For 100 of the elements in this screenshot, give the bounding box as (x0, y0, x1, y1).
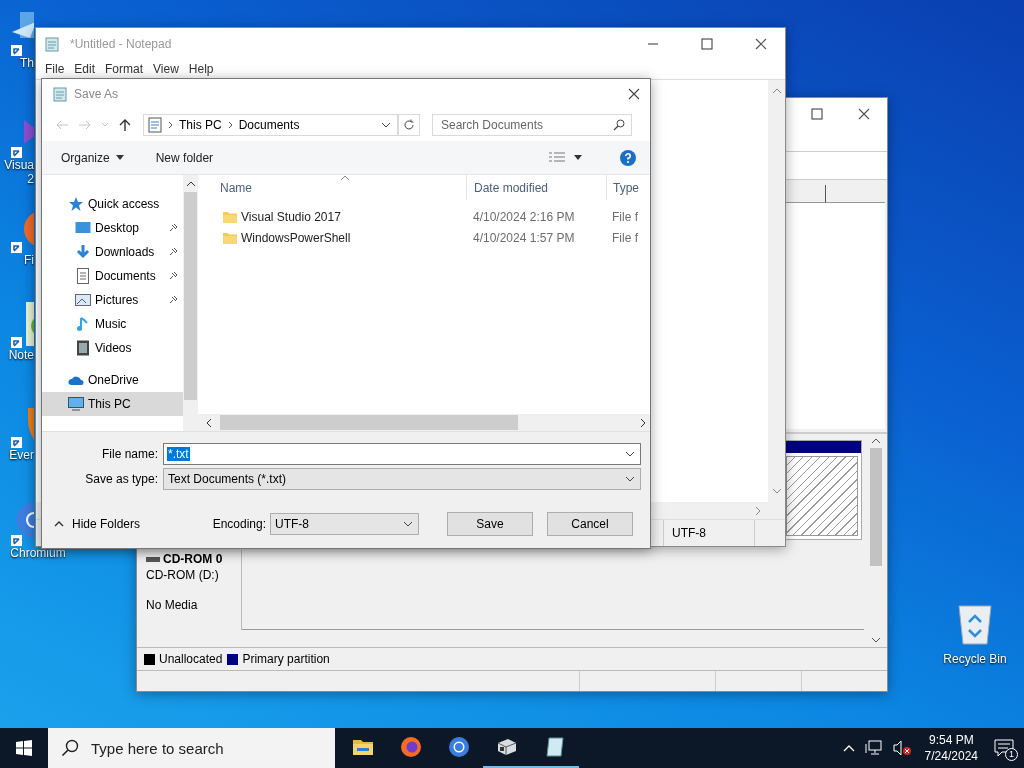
scroll-up-icon[interactable] (185, 181, 196, 187)
disc-drive-icon (146, 555, 160, 563)
menu-item[interactable]: Format (100, 62, 149, 76)
legend-label: Primary partition (242, 652, 330, 666)
network-icon[interactable] (864, 740, 883, 756)
scroll-down-icon[interactable] (771, 488, 782, 494)
media-status: No Media (146, 598, 199, 612)
menu-item[interactable]: File (40, 62, 70, 76)
icon-label: Recycle Bin (943, 652, 1007, 666)
dropdown-icon[interactable] (381, 122, 391, 128)
file-row[interactable]: WindowsPowerShell 4/10/2024 1:57 PM File f (198, 227, 650, 248)
maximize-icon[interactable] (811, 107, 823, 120)
scrollbar[interactable] (183, 175, 198, 431)
volume-muted-icon[interactable] (892, 740, 911, 756)
music-icon (75, 316, 91, 332)
disk-label: CD-ROM 0 (163, 552, 223, 566)
cancel-button[interactable]: Cancel (547, 512, 633, 536)
search-icon (61, 739, 79, 757)
chevron-icon (168, 121, 173, 129)
address-bar[interactable]: This PC Documents (143, 114, 398, 136)
nav-item[interactable]: OneDrive (42, 368, 183, 392)
caret-icon (115, 155, 124, 160)
dropdown-icon (625, 476, 635, 482)
menu-item[interactable]: Help (183, 62, 219, 76)
globe-icon (447, 735, 471, 759)
nav-item[interactable]: Pictures (42, 288, 183, 312)
refresh-button[interactable] (398, 114, 420, 136)
caret-icon[interactable] (574, 155, 582, 160)
scroll-left-icon[interactable] (206, 417, 212, 428)
chevron-up-icon (54, 521, 64, 527)
dropdown-icon (625, 451, 635, 457)
nav-item[interactable]: Documents (42, 264, 183, 288)
search-field[interactable]: Search Documents (432, 114, 632, 136)
breadcrumb-item[interactable]: This PC (179, 118, 222, 132)
scroll-up-icon[interactable] (871, 438, 881, 444)
scrollbar[interactable] (768, 80, 785, 502)
scrollbar[interactable] (198, 414, 650, 431)
notepad-icon (543, 735, 567, 759)
close-icon[interactable] (858, 107, 870, 120)
icon-label: Th (20, 56, 34, 70)
drive-label: CD-ROM (D:) (146, 568, 220, 582)
maximize-icon[interactable] (701, 37, 713, 50)
chevron-icon (227, 121, 233, 129)
file-type-dropdown[interactable]: Text Documents (*.txt) (163, 468, 641, 490)
status-text: UTF-8 (663, 520, 754, 546)
dropdown-icon (403, 521, 413, 527)
nav-item[interactable]: Quick access (42, 192, 183, 216)
field-label: Save as type: (84, 472, 159, 486)
nav-item[interactable]: Desktop (42, 216, 183, 240)
sort-icon (340, 175, 350, 181)
file-name-field[interactable]: *.txt (163, 443, 641, 465)
up-icon[interactable] (118, 118, 132, 132)
hide-folders-button[interactable]: Hide Folders (42, 517, 141, 531)
clock-time: 9:54 PM (928, 732, 974, 748)
help-icon[interactable] (620, 149, 636, 166)
refresh-icon (403, 119, 415, 131)
notepad-icon (44, 35, 60, 52)
save-button[interactable]: Save (447, 512, 533, 536)
dialog-title: Save As (74, 87, 119, 101)
clock[interactable]: 9:54 PM 7/24/2024 (924, 732, 978, 764)
notification-badge: 1 (1005, 748, 1018, 761)
windows-logo-icon (16, 740, 32, 756)
picture-icon (75, 292, 91, 308)
nav-item[interactable]: Music (42, 312, 183, 336)
icon-label: Visua (4, 158, 34, 172)
legend-label: Unallocated (159, 652, 223, 666)
desktop-icon (75, 220, 91, 236)
search-field[interactable]: Type here to search (48, 728, 335, 768)
chevron-up-icon[interactable] (842, 744, 855, 752)
icon-label: Chromium (10, 546, 66, 560)
file-row[interactable]: Visual Studio 2017 4/10/2024 2:16 PM File f (198, 206, 650, 227)
nav-item[interactable]: This PC (42, 392, 183, 416)
download-icon (75, 244, 91, 260)
icon-label: Note (8, 348, 34, 362)
folder-icon (222, 209, 238, 224)
nav-item[interactable]: Videos (42, 336, 183, 360)
organize-button[interactable]: Organize (54, 147, 131, 168)
document-icon (148, 117, 162, 133)
encoding-dropdown[interactable]: UTF-8 (270, 513, 419, 535)
column-header[interactable]: Name (198, 175, 466, 200)
close-icon[interactable] (755, 37, 767, 50)
pc-icon (68, 396, 84, 412)
new-folder-button[interactable]: New folder (148, 147, 221, 168)
clock-date: 7/24/2024 (924, 748, 978, 764)
notification-icon[interactable] (994, 739, 1014, 757)
menu-item[interactable]: Edit (69, 62, 101, 76)
close-icon[interactable] (628, 88, 640, 100)
scroll-down-icon[interactable] (871, 637, 881, 643)
breadcrumb-item[interactable]: Documents (238, 118, 300, 132)
menu-item[interactable]: View (148, 62, 184, 76)
nav-item[interactable]: Downloads (42, 240, 183, 264)
window-title: *Untitled - Notepad (70, 36, 172, 51)
scroll-right-icon[interactable] (640, 417, 646, 428)
field-label: File name: (100, 447, 159, 461)
column-header[interactable]: Date modified (466, 175, 606, 200)
search-icon (613, 119, 625, 131)
notepad-icon (52, 86, 68, 102)
column-header[interactable]: Type (606, 175, 650, 200)
field-label: Encoding: (212, 517, 266, 531)
icon-label: Fi (24, 253, 34, 267)
